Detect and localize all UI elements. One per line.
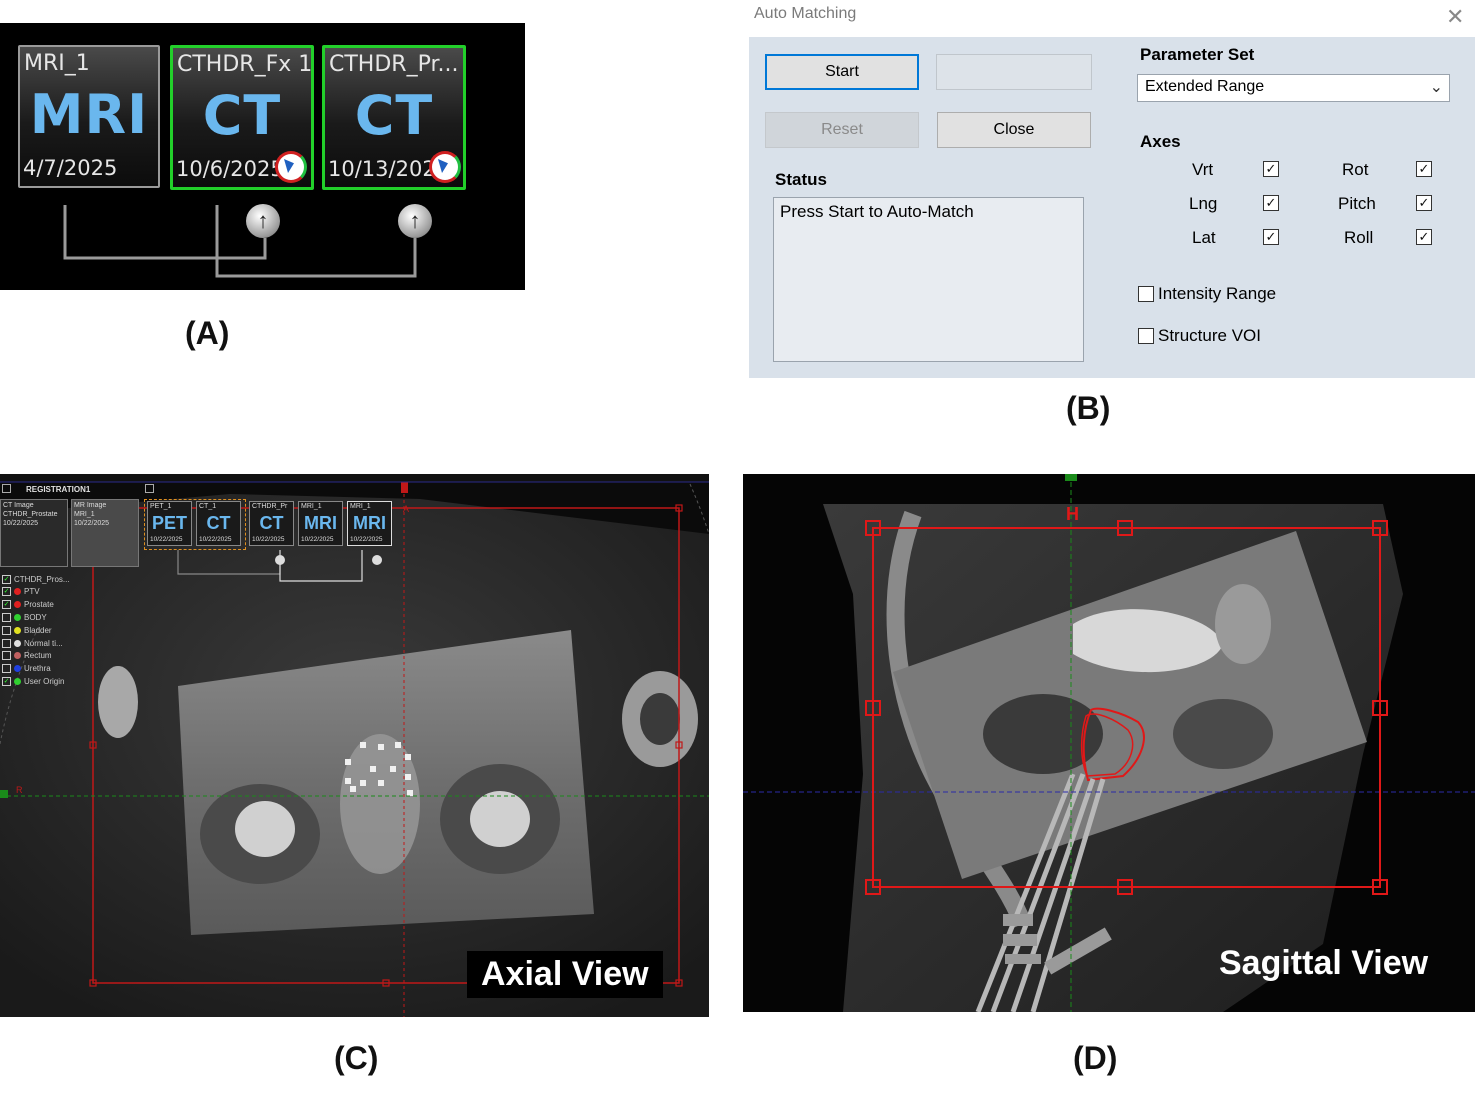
- parameter-set-heading: Parameter Set: [1140, 45, 1255, 64]
- caption-d: (D): [1073, 1040, 1118, 1076]
- structure-checkbox[interactable]: [2, 651, 11, 661]
- structure-name: Urethra: [24, 664, 51, 674]
- axis-lng-checkbox[interactable]: ✓: [1263, 195, 1279, 211]
- structure-checkbox[interactable]: ✓: [2, 676, 11, 686]
- structure-color-icon: [14, 665, 21, 673]
- axis-lat-label: Lat: [1192, 228, 1216, 247]
- axis-lat-checkbox[interactable]: ✓: [1263, 229, 1279, 245]
- structure-name: User Origin: [24, 676, 65, 686]
- structure-checkbox[interactable]: ✓: [2, 600, 11, 610]
- structure-row[interactable]: Rectum: [2, 650, 52, 662]
- structure-color-icon: [14, 639, 21, 647]
- structure-color-icon: [14, 677, 21, 685]
- marker-r: R: [16, 785, 23, 795]
- structure-row[interactable]: Bladder: [2, 624, 52, 636]
- structure-name: BODY: [24, 612, 47, 622]
- axis-lng-label: Lng: [1189, 194, 1218, 213]
- axis-pitch-label: Pitch: [1338, 194, 1376, 213]
- up-arrow-icon[interactable]: ↑: [398, 204, 432, 238]
- structure-name: Bladder: [24, 625, 52, 635]
- structure-voi-checkbox[interactable]: [1138, 328, 1154, 344]
- structure-color-icon: [14, 652, 21, 660]
- registration-connector-lines: [63, 205, 417, 278]
- structure-row[interactable]: BODY: [2, 611, 47, 623]
- axis-roll-label: Roll: [1344, 228, 1374, 247]
- structure-name: Rectum: [24, 651, 52, 661]
- status-text: Press Start to Auto-Match: [780, 202, 974, 221]
- structure-color-icon: [14, 613, 21, 621]
- structure-color-icon: [14, 626, 21, 634]
- axis-vrt-label: Vrt: [1192, 160, 1214, 179]
- small-connector-lines: [177, 550, 382, 582]
- sagittal-view-label: Sagittal View: [1219, 944, 1429, 982]
- intensity-range-label: Intensity Range: [1158, 284, 1277, 303]
- caption-c: (C): [334, 1040, 379, 1076]
- structure-name: CTHDR_Pros...: [14, 574, 70, 584]
- structure-name: PTV: [24, 587, 40, 597]
- parameter-set-value: Extended Range: [1145, 78, 1265, 95]
- close-button[interactable]: Close: [937, 112, 1091, 148]
- structure-checkbox[interactable]: [2, 612, 11, 622]
- structure-checkbox[interactable]: ✓: [2, 574, 11, 584]
- structure-voi-label: Structure VOI: [1158, 326, 1261, 345]
- structure-row[interactable]: Urethra: [2, 663, 51, 675]
- status-heading: Status: [775, 170, 827, 189]
- axes-heading: Axes: [1140, 132, 1181, 151]
- dialog-title: Auto Matching: [754, 5, 857, 22]
- marker-h: H: [1066, 504, 1079, 524]
- chevron-down-icon: ⌄: [1429, 79, 1443, 96]
- axis-pitch-checkbox[interactable]: ✓: [1416, 195, 1432, 211]
- structure-checkbox[interactable]: [2, 664, 11, 674]
- close-icon[interactable]: ✕: [1446, 4, 1464, 30]
- structure-row[interactable]: ✓ PTV: [2, 586, 40, 598]
- axis-roll-checkbox[interactable]: ✓: [1416, 229, 1432, 245]
- axial-view-label: Axial View: [467, 951, 663, 998]
- structure-row[interactable]: ✓ CTHDR_Pros...: [2, 573, 70, 585]
- structure-row[interactable]: ✓ User Origin: [2, 675, 64, 687]
- up-arrow-icon[interactable]: ↑: [246, 204, 280, 238]
- axis-rot-checkbox[interactable]: ✓: [1416, 161, 1432, 177]
- structure-color-icon: [14, 588, 21, 596]
- axis-rot-label: Rot: [1342, 160, 1369, 179]
- status-box: Press Start to Auto-Match: [773, 197, 1084, 362]
- structure-name: Prostate: [24, 600, 54, 610]
- intensity-range-checkbox[interactable]: [1138, 286, 1154, 302]
- panel-a-image-tree: MRI_1 MRI 4/7/2025 CTHDR_Fx 1 CT 10/6/20…: [0, 23, 525, 290]
- reset-button[interactable]: Reset: [765, 112, 919, 148]
- structure-row[interactable]: ✓ Prostate: [2, 599, 54, 611]
- structure-checkbox[interactable]: [2, 625, 11, 635]
- panel-d-sagittal-view: H Sagittal View: [743, 474, 1475, 1012]
- sagittal-image: [743, 474, 1475, 1012]
- structure-color-icon: [14, 601, 21, 609]
- structure-checkbox[interactable]: ✓: [2, 587, 11, 597]
- blank-field: [936, 54, 1092, 90]
- structure-row[interactable]: Normal ti...: [2, 637, 63, 649]
- parameter-set-select[interactable]: Extended Range ⌄: [1137, 74, 1450, 102]
- structure-checkbox[interactable]: [2, 638, 11, 648]
- panel-c-axial-view: A R REGISTRATION1 CT Image CTHDR_Prostat…: [0, 474, 709, 1017]
- axis-vrt-checkbox[interactable]: ✓: [1263, 161, 1279, 177]
- caption-a: (A): [185, 315, 230, 351]
- start-button[interactable]: Start: [765, 54, 919, 90]
- caption-b: (B): [1066, 390, 1111, 426]
- structure-name: Normal ti...: [24, 638, 63, 648]
